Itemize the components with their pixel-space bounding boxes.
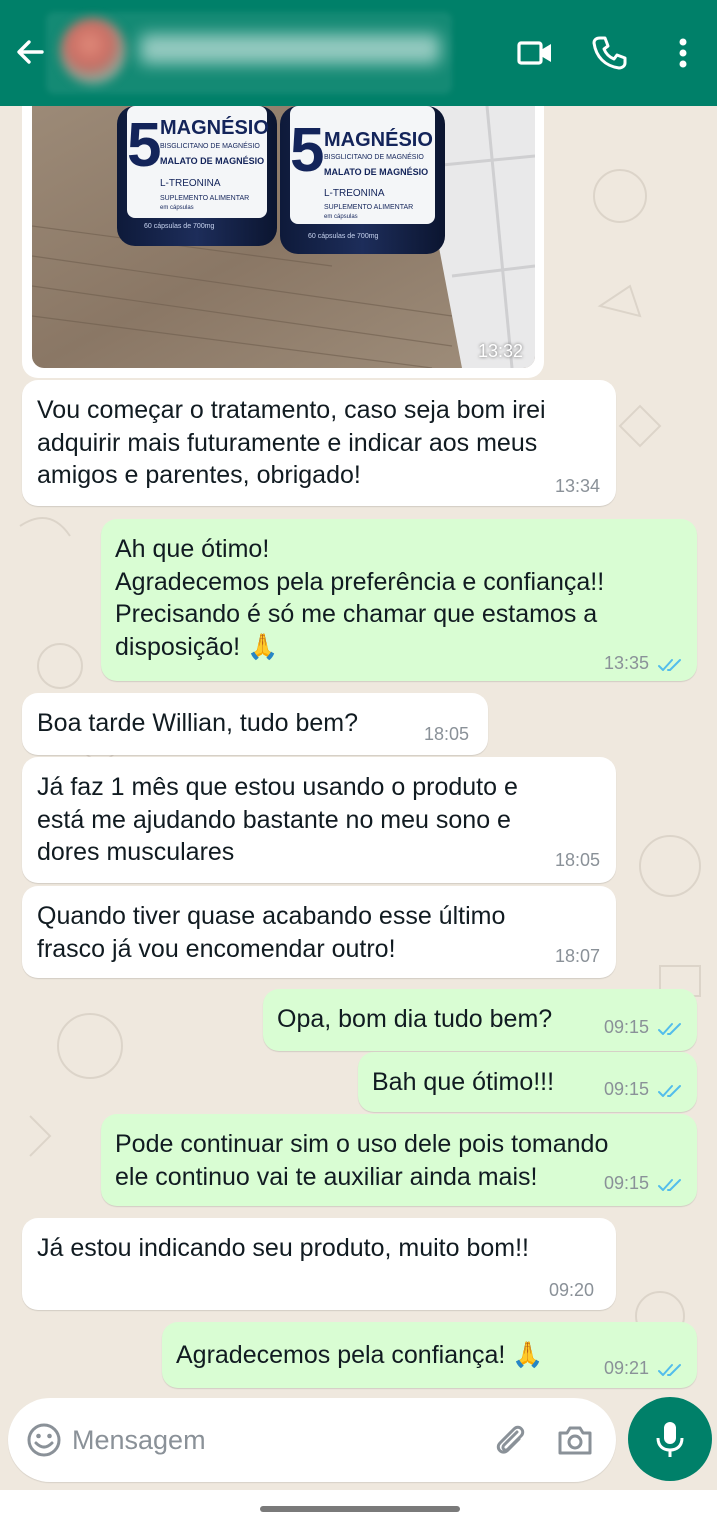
svg-text:5: 5: [127, 111, 161, 180]
emoji-icon[interactable]: [26, 1422, 62, 1458]
message-input[interactable]: [72, 1420, 432, 1460]
message-composer: [8, 1398, 616, 1482]
incoming-message-bubble[interactable]: Boa tarde Willian, tudo bem? 18:05: [22, 693, 488, 755]
message-time: 18:05: [424, 724, 470, 744]
svg-text:MALATO DE MAGNÉSIO: MALATO DE MAGNÉSIO: [160, 156, 264, 166]
svg-text:MALATO DE MAGNÉSIO: MALATO DE MAGNÉSIO: [324, 167, 428, 177]
incoming-message-bubble[interactable]: Vou começar o tratamento, caso seja bom …: [22, 380, 616, 506]
voice-message-button[interactable]: [628, 1397, 712, 1481]
camera-icon[interactable]: [555, 1420, 595, 1460]
message-text: Bah que ótimo!!!: [372, 1068, 555, 1096]
svg-text:SUPLEMENTO ALIMENTAR: SUPLEMENTO ALIMENTAR: [160, 195, 249, 202]
svg-text:60 cápsulas de 700mg: 60 cápsulas de 700mg: [308, 233, 379, 240]
message-time: 09:15: [604, 1173, 650, 1193]
message-time: 13:34: [555, 476, 601, 496]
contact-avatar[interactable]: [60, 18, 126, 84]
svg-text:em cápsulas: em cápsulas: [324, 214, 358, 220]
message-time: 18:05: [555, 850, 601, 870]
message-time: 13:32: [477, 341, 523, 361]
svg-text:BISGLICITANO DE MAGNÉSIO: BISGLICITANO DE MAGNÉSIO: [160, 141, 260, 150]
system-navigation-bar: [0, 1490, 717, 1531]
chat-area[interactable]: 5 MAGNÉSIO BISGLICITANO DE MAGNÉSIO MALA…: [0, 106, 717, 1396]
read-ticks-icon: [658, 1023, 681, 1035]
message-text: Boa tarde Willian, tudo bem?: [37, 709, 359, 737]
svg-text:em cápsulas: em cápsulas: [160, 205, 194, 211]
outgoing-message-bubble[interactable]: Ah que ótimo! Agradecemos pela preferênc…: [101, 519, 697, 681]
svg-text:L-TREONINA: L-TREONINA: [160, 178, 221, 189]
read-ticks-icon: [658, 1179, 681, 1191]
more-options-icon[interactable]: [664, 34, 702, 72]
message-text: Opa, bom dia tudo bem?: [277, 1005, 553, 1033]
svg-text:L-TREONINA: L-TREONINA: [324, 188, 385, 199]
attach-icon[interactable]: [490, 1420, 530, 1460]
outgoing-message-bubble[interactable]: Opa, bom dia tudo bem? 09:15: [263, 989, 697, 1051]
svg-text:MAGNÉSIO: MAGNÉSIO: [160, 116, 269, 139]
message-text: Já faz 1 mês que estou usando o produto …: [37, 773, 518, 866]
message-time: 09:15: [604, 1017, 650, 1037]
product-bottle-right: 5 MAGNÉSIO BISGLICITANO DE MAGNÉSIO MALA…: [280, 106, 445, 254]
chat-header: [0, 0, 717, 106]
message-text: Pode continuar sim o uso dele pois toman…: [115, 1130, 609, 1191]
phone-icon[interactable]: [590, 34, 628, 72]
outgoing-message-bubble[interactable]: Pode continuar sim o uso dele pois toman…: [101, 1114, 697, 1206]
message-text: Já estou indicando seu produto, muito bo…: [37, 1234, 529, 1262]
svg-text:5: 5: [290, 116, 324, 185]
product-bottle-left: 5 MAGNÉSIO BISGLICITANO DE MAGNÉSIO MALA…: [117, 106, 277, 246]
incoming-message-bubble[interactable]: Já faz 1 mês que estou usando o produto …: [22, 757, 616, 883]
message-time: 13:35: [604, 653, 650, 673]
outgoing-message-bubble[interactable]: Agradecemos pela confiança! 🙏 09:21: [162, 1322, 697, 1388]
svg-text:MAGNÉSIO: MAGNÉSIO: [324, 128, 433, 151]
message-time: 09:21: [604, 1358, 650, 1378]
message-time: 09:20: [549, 1280, 595, 1300]
contact-name-redacted[interactable]: [140, 34, 440, 64]
message-time: 09:15: [604, 1079, 650, 1099]
read-ticks-icon: [658, 1364, 681, 1376]
svg-text:BISGLICITANO DE MAGNÉSIO: BISGLICITANO DE MAGNÉSIO: [324, 152, 424, 161]
incoming-message-bubble[interactable]: Quando tiver quase acabando esse último …: [22, 886, 616, 978]
outgoing-message-bubble[interactable]: Bah que ótimo!!! 09:15: [358, 1052, 697, 1112]
photo-message-image[interactable]: 5 MAGNÉSIO BISGLICITANO DE MAGNÉSIO MALA…: [32, 106, 535, 368]
read-ticks-icon: [658, 1085, 681, 1097]
mic-icon: [656, 1422, 684, 1457]
svg-text:SUPLEMENTO ALIMENTAR: SUPLEMENTO ALIMENTAR: [324, 204, 413, 211]
message-time: 18:07: [555, 946, 601, 966]
back-arrow-icon[interactable]: [14, 36, 46, 68]
message-text: Agradecemos pela confiança! 🙏: [176, 1341, 544, 1369]
message-text: Vou começar o tratamento, caso seja bom …: [37, 396, 546, 489]
video-call-icon[interactable]: [516, 34, 554, 72]
message-text: Quando tiver quase acabando esse último …: [37, 902, 506, 963]
read-ticks-icon: [658, 659, 681, 671]
svg-text:60 cápsulas de 700mg: 60 cápsulas de 700mg: [144, 223, 215, 230]
message-text: Ah que ótimo! Agradecemos pela preferênc…: [115, 535, 605, 661]
incoming-message-bubble[interactable]: Já estou indicando seu produto, muito bo…: [22, 1218, 616, 1310]
home-gesture-handle[interactable]: [260, 1506, 460, 1512]
